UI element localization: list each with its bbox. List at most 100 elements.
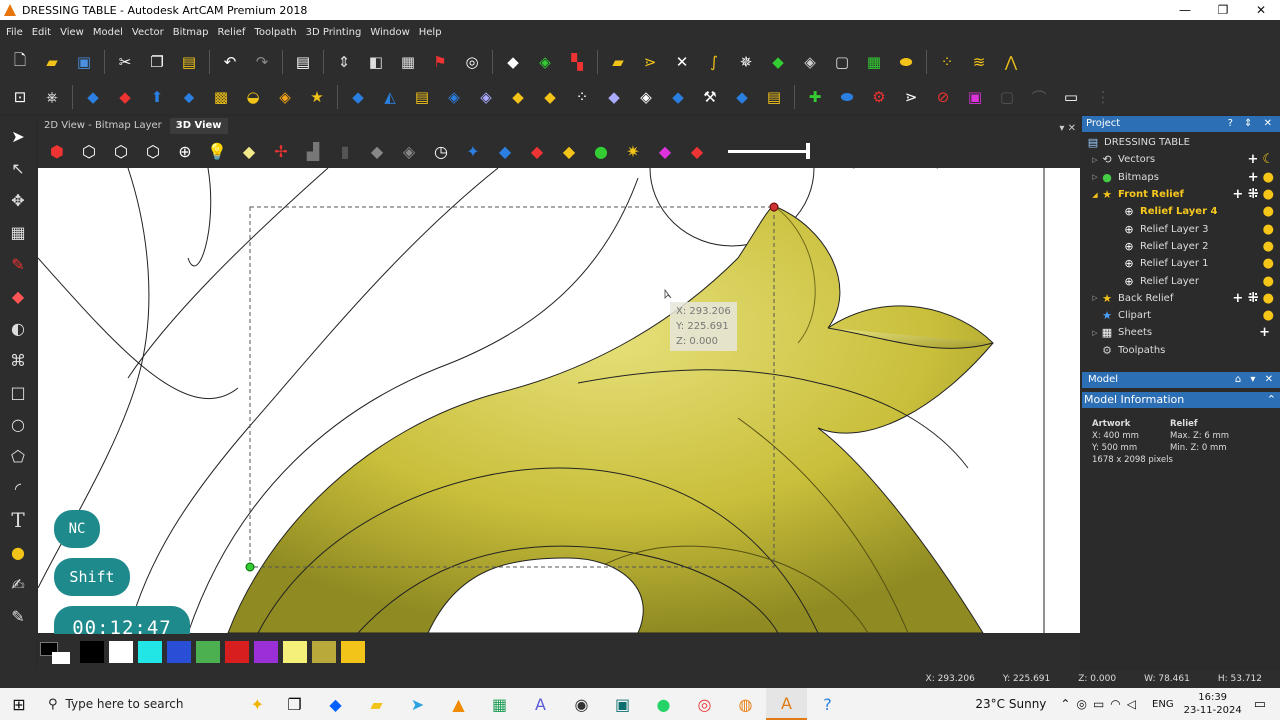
relief-sweep-icon[interactable]: ⬥ bbox=[177, 85, 201, 109]
tray-overflow-icon[interactable]: ⌃ bbox=[1060, 697, 1070, 711]
vlc-icon[interactable]: ▲ bbox=[438, 688, 479, 720]
collapse-chevron-icon[interactable]: ⌃ bbox=[1267, 392, 1276, 408]
tree-item-clipart[interactable]: ★ Clipart ● bbox=[1082, 307, 1280, 324]
swatch-cyan[interactable] bbox=[138, 641, 162, 663]
relief-add-icon[interactable]: ◆ bbox=[506, 85, 530, 109]
shape-icon[interactable]: ◆ bbox=[766, 50, 790, 74]
gear-star-icon[interactable]: ✷ bbox=[620, 138, 646, 164]
volume-icon[interactable]: ◁ bbox=[1127, 697, 1136, 711]
yellow-plane-icon[interactable]: ◆ bbox=[556, 138, 582, 164]
tree-item-relief-layer-2[interactable]: ⊕ Relief Layer 2 ● bbox=[1082, 238, 1280, 255]
side-view-icon[interactable]: ⬡ bbox=[108, 138, 134, 164]
cad-app-icon[interactable]: ▣ bbox=[602, 688, 643, 720]
row-actions[interactable]: + ● bbox=[1248, 170, 1274, 185]
model-panel-controls[interactable]: ⌂ ▾ ✕ bbox=[1235, 372, 1280, 388]
tree-item-back-relief[interactable]: ▷ ★ Back Relief + ⁜ ● bbox=[1082, 290, 1280, 307]
undo-icon[interactable]: ↶ bbox=[218, 50, 242, 74]
menu-3d-printing[interactable]: 3D Printing bbox=[306, 27, 362, 38]
file-explorer-icon[interactable]: ▰ bbox=[356, 688, 397, 720]
tree-item-vectors[interactable]: ▷ ⟲ Vectors + ☾ bbox=[1082, 151, 1280, 168]
circle-tool-icon[interactable]: ○ bbox=[6, 412, 30, 436]
relief-smooth-icon[interactable]: ◒ bbox=[241, 85, 265, 109]
visibility-bulb-icon[interactable]: ● bbox=[1263, 308, 1274, 323]
draw-icon[interactable]: ✎ bbox=[6, 604, 30, 628]
relief-extrude-icon[interactable]: ⬆ bbox=[145, 85, 169, 109]
add-relief-icon[interactable]: ✚ bbox=[803, 85, 827, 109]
sheet-grid-icon[interactable]: ▦ bbox=[862, 50, 886, 74]
zoom-icon[interactable]: ⊕ bbox=[172, 138, 198, 164]
artcam-taskbar-icon[interactable]: A bbox=[766, 688, 807, 720]
rectangle-tool-icon[interactable]: □ bbox=[6, 380, 30, 404]
tree-item-relief-layer[interactable]: ⊕ Relief Layer ● bbox=[1082, 272, 1280, 289]
bucket-icon[interactable]: ◆ bbox=[6, 284, 30, 308]
relief-rounded-rect-icon[interactable]: ▭ bbox=[1059, 85, 1083, 109]
relief-curve-icon[interactable]: ⌒ bbox=[1027, 85, 1051, 109]
menu-toolpath[interactable]: Toolpath bbox=[254, 27, 296, 38]
minimize-icon[interactable]: — bbox=[1166, 3, 1204, 17]
relief-layers-icon[interactable]: ▤ bbox=[762, 85, 786, 109]
relief-dashed-icon[interactable]: ⋮ bbox=[1091, 85, 1115, 109]
primary-secondary-color[interactable] bbox=[40, 642, 72, 666]
cut-icon[interactable]: ✂ bbox=[113, 50, 137, 74]
relief-flat-icon[interactable]: ◆ bbox=[346, 85, 370, 109]
help-app-icon[interactable]: ? bbox=[807, 688, 848, 720]
transparency-slider[interactable] bbox=[728, 142, 810, 159]
rotate-view-icon[interactable]: ⎈ bbox=[40, 85, 64, 109]
transform-icon[interactable]: ✥ bbox=[6, 188, 30, 212]
visibility-bulb-icon[interactable]: ● bbox=[1263, 239, 1274, 254]
wifi-icon[interactable]: ◠ bbox=[1110, 697, 1120, 711]
taskbar-search[interactable]: ⚲ Type here to search ✦ bbox=[38, 688, 274, 720]
relief-eraser-icon[interactable]: ◆ bbox=[113, 85, 137, 109]
array-icon[interactable]: ▦ bbox=[6, 220, 30, 244]
menu-view[interactable]: View bbox=[60, 27, 84, 38]
menu-edit[interactable]: Edit bbox=[32, 27, 51, 38]
drop-icon[interactable]: ● bbox=[6, 540, 30, 564]
menu-help[interactable]: Help bbox=[419, 27, 442, 38]
notes-icon[interactable]: ▤ bbox=[291, 50, 315, 74]
paste-icon[interactable]: ▤ bbox=[177, 50, 201, 74]
redo-icon[interactable]: ↷ bbox=[250, 50, 274, 74]
expand-icon[interactable]: ▷ bbox=[1090, 329, 1100, 337]
menu-vector[interactable]: Vector bbox=[132, 27, 164, 38]
vector-angle-icon[interactable]: ⋗ bbox=[638, 50, 662, 74]
dropbox-icon[interactable]: ◆ bbox=[315, 688, 356, 720]
new-file-icon[interactable]: 🗋 bbox=[8, 50, 32, 74]
shade-icon[interactable]: ◆ bbox=[364, 138, 390, 164]
relief-dome-icon[interactable]: ⬬ bbox=[835, 85, 859, 109]
relief-tilt-icon[interactable]: ◭ bbox=[378, 85, 402, 109]
relief-frame-icon[interactable]: ▣ bbox=[963, 85, 987, 109]
tree-item-relief-layer-1[interactable]: ⊕ Relief Layer 1 ● bbox=[1082, 255, 1280, 272]
wire-icon[interactable]: ◈ bbox=[396, 138, 422, 164]
node-edit-icon[interactable]: ✕ bbox=[670, 50, 694, 74]
relief-paste-icon[interactable]: ◆ bbox=[666, 85, 690, 109]
tab-2d-view[interactable]: 2D View - Bitmap Layer bbox=[38, 118, 168, 134]
weather[interactable]: 23°C Sunny bbox=[975, 697, 1046, 711]
star-burst-icon[interactable]: ✵ bbox=[734, 50, 758, 74]
notifications-icon[interactable]: ▭ bbox=[1254, 697, 1266, 712]
battery-icon[interactable]: ▭ bbox=[1093, 697, 1104, 711]
light-bulb-icon[interactable]: 💡 bbox=[204, 138, 230, 164]
model-size-icon[interactable]: ⇕ bbox=[332, 50, 356, 74]
cylinder-icon[interactable]: ▮ bbox=[332, 138, 358, 164]
flag-icon[interactable]: ⚑ bbox=[428, 50, 452, 74]
relief-cut-icon[interactable]: ⋗ bbox=[899, 85, 923, 109]
design-app-icon[interactable]: A bbox=[520, 688, 561, 720]
relief-texture-icon[interactable]: ▩ bbox=[209, 85, 233, 109]
nesting-icon[interactable]: ◎ bbox=[460, 50, 484, 74]
relief-grid-icon[interactable]: ▤ bbox=[410, 85, 434, 109]
tree-item-front-relief[interactable]: ◢ ★ Front Relief + ⁜ ● bbox=[1082, 186, 1280, 203]
swatch-red[interactable] bbox=[225, 641, 249, 663]
relief-layer-icon[interactable]: ◈ bbox=[442, 85, 466, 109]
row-actions[interactable]: + ☾ bbox=[1247, 152, 1274, 167]
mirror-icon[interactable]: ◧ bbox=[364, 50, 388, 74]
tree-item-sheets[interactable]: ▷ ▦ Sheets + bbox=[1082, 324, 1280, 341]
brush-icon[interactable]: ✍ bbox=[6, 572, 30, 596]
visibility-bulb-icon[interactable]: ● bbox=[1263, 222, 1274, 237]
media-app-icon[interactable]: ◉ bbox=[561, 688, 602, 720]
swatch-blue[interactable] bbox=[167, 641, 191, 663]
swatch-purple[interactable] bbox=[254, 641, 278, 663]
axes-icon[interactable]: ✢ bbox=[268, 138, 294, 164]
relief-plane-icon[interactable]: ◆ bbox=[730, 85, 754, 109]
relief-subtract-icon[interactable]: ◆ bbox=[538, 85, 562, 109]
close-icon[interactable]: ✕ bbox=[1242, 3, 1280, 17]
